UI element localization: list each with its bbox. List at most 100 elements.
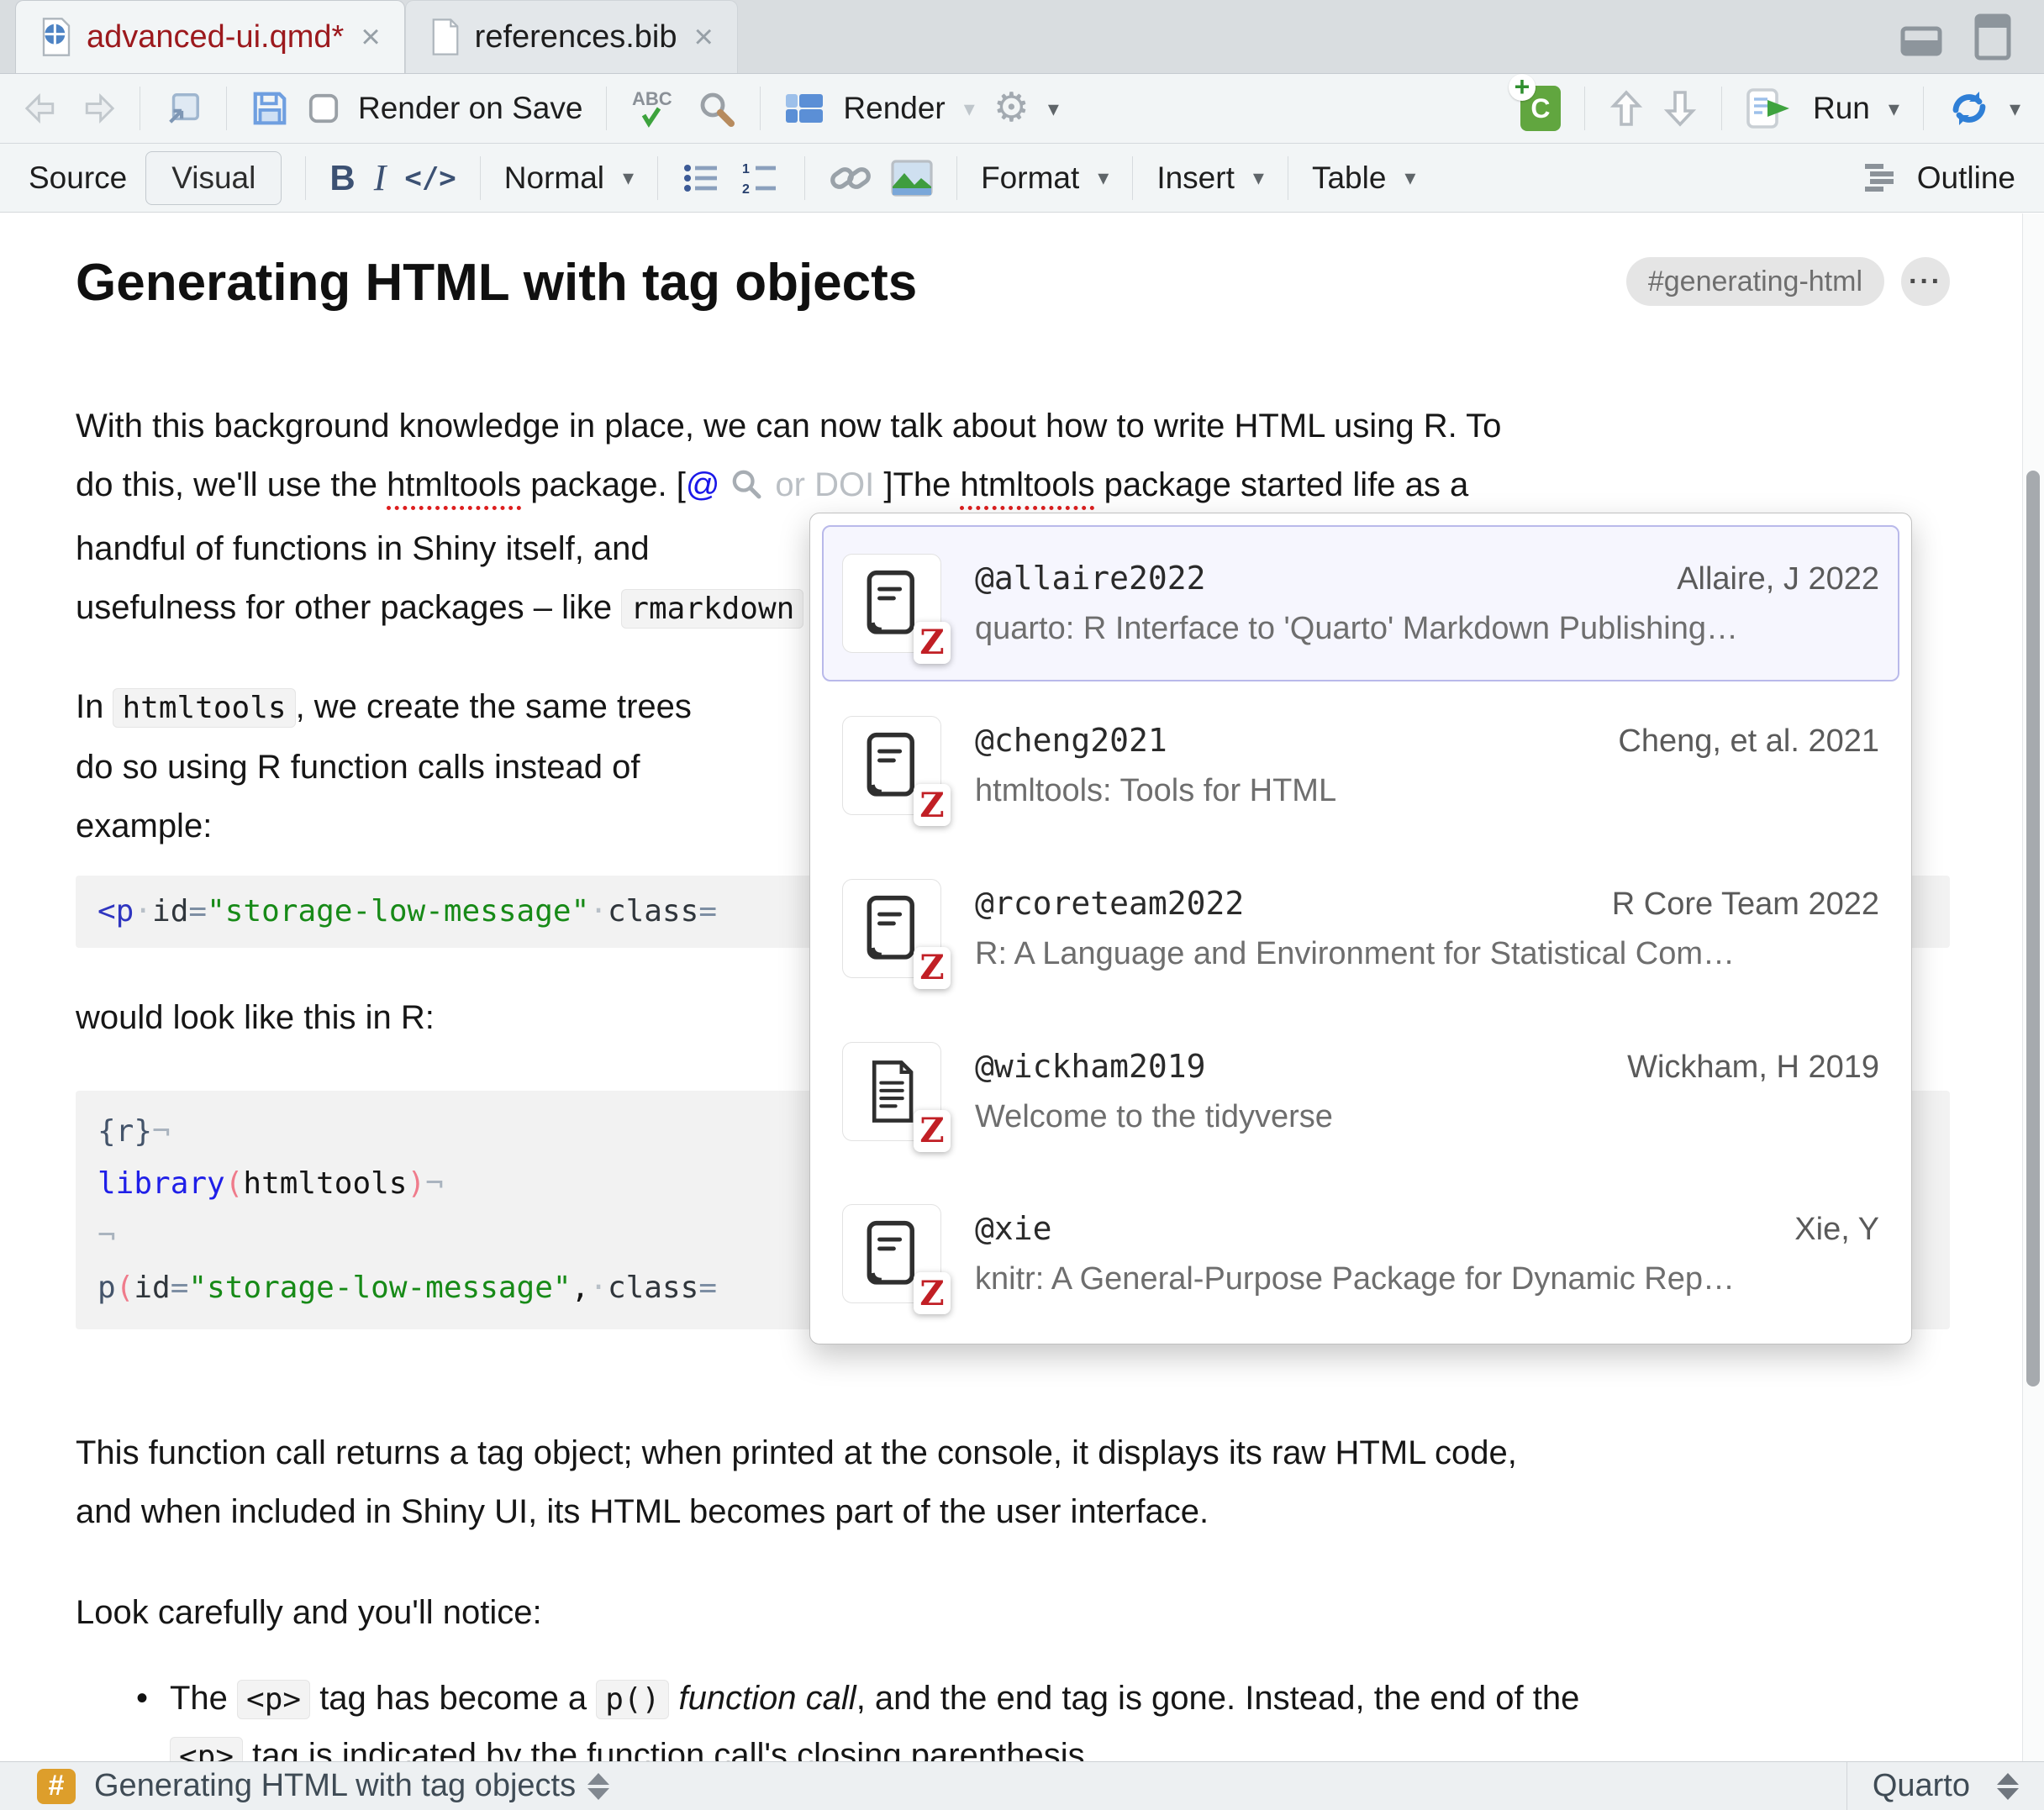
toolbar-right-group: C+ Run ▾ ▾ [1520, 86, 2020, 131]
zotero-badge-icon: Z [914, 784, 951, 826]
inline-code: htmltools [113, 688, 295, 728]
section-navigator[interactable]: Generating HTML with tag objects [94, 1768, 576, 1804]
table-dropdown-icon[interactable]: ▾ [1404, 165, 1415, 191]
return-marker: ¬ [97, 1218, 116, 1253]
text: In [76, 688, 113, 725]
tab-references-bib[interactable]: references.bib × [405, 0, 738, 73]
numbered-list-icon[interactable]: 12 [740, 160, 781, 197]
save-icon[interactable] [250, 89, 289, 128]
visual-mode-button[interactable]: Visual [145, 151, 282, 205]
misspelled-word: htmltools [961, 466, 1095, 503]
insert-menu[interactable]: Insert [1156, 160, 1235, 196]
citation-title: R: A Language and Environment for Statis… [975, 936, 1879, 972]
citation-item-cheng2021[interactable]: Z @cheng2021Cheng, et al. 2021 htmltools… [822, 688, 1899, 844]
quarto-file-icon [40, 17, 73, 57]
outline-toggle[interactable]: Outline [1917, 160, 2015, 196]
paragraph: Look carefully and you'll notice: [76, 1583, 1950, 1642]
code-token: ( [225, 1166, 244, 1201]
citation-id: @xie [975, 1210, 1052, 1247]
code-token: id [152, 894, 188, 929]
find-icon[interactable] [696, 88, 736, 129]
code-token: htmltools [243, 1166, 407, 1201]
separator [1721, 87, 1722, 130]
run-dropdown-icon[interactable]: ▾ [1889, 96, 1899, 122]
render-button[interactable]: Render [843, 91, 945, 126]
render-on-save-label: Render on Save [358, 91, 582, 126]
citation-item-xie[interactable]: Z @xieXie, Y knitr: A General-Purpose Pa… [822, 1176, 1899, 1332]
citation-item-rcoreteam2022[interactable]: Z @rcoreteam2022R Core Team 2022 R: A La… [822, 850, 1899, 1007]
format-dropdown-icon[interactable]: ▾ [1098, 165, 1109, 191]
text: ]The [883, 466, 960, 503]
editor-scrollbar[interactable] [2022, 213, 2044, 1761]
back-icon[interactable] [24, 92, 61, 125]
text: package. [ [521, 466, 686, 503]
citation-author: R Core Team 2022 [1612, 887, 1879, 923]
bullet-list-icon[interactable] [682, 160, 722, 197]
run-button[interactable]: Run [1813, 91, 1870, 126]
paragraph-style-dropdown-icon[interactable]: ▾ [623, 165, 634, 191]
paragraph-style-select[interactable]: Normal [504, 160, 604, 196]
table-menu[interactable]: Table [1312, 160, 1386, 196]
text-line: handful of functions in Shiny itself, an… [76, 530, 650, 567]
file-icon [429, 18, 461, 56]
minimize-pane-icon[interactable] [1899, 17, 1948, 57]
image-icon[interactable] [891, 160, 933, 197]
citation-item-allaire2022[interactable]: Z @allaire2022Allaire, J 2022 quarto: R … [822, 525, 1899, 681]
code-string: "storage-low-message" [188, 1271, 571, 1305]
citation-text: @wickham2019Wickham, H 2019 Welcome to t… [975, 1048, 1879, 1135]
scrollbar-thumb[interactable] [2026, 471, 2040, 1386]
code-token: = [171, 1271, 189, 1305]
window-buttons [1899, 0, 2044, 73]
book-icon: Z [842, 1204, 941, 1303]
render-dropdown-icon[interactable]: ▾ [964, 96, 975, 122]
return-marker: ¬ [152, 1114, 171, 1149]
source-sync-icon[interactable] [1947, 88, 1991, 129]
text-line: and when included in Shiny UI, its HTML … [76, 1493, 1209, 1530]
format-menu[interactable]: Format [981, 160, 1079, 196]
separator [1923, 87, 1924, 130]
spellcheck-icon[interactable]: ABC [630, 87, 677, 130]
svg-text:2: 2 [742, 182, 750, 197]
citation-search-icon [730, 471, 763, 508]
citation-id: @wickham2019 [975, 1048, 1206, 1085]
editor-status-bar: # Generating HTML with tag objects Quart… [0, 1761, 2044, 1810]
tab-close-icon[interactable]: × [361, 20, 380, 54]
sync-dropdown-icon[interactable]: ▾ [2010, 96, 2020, 122]
run-next-icon[interactable] [1662, 89, 1698, 128]
link-icon[interactable] [829, 160, 872, 197]
bold-button[interactable]: B [329, 158, 355, 198]
svg-text:1: 1 [742, 162, 750, 176]
tab-advanced-ui-qmd[interactable]: advanced-ui.qmd* × [15, 0, 405, 73]
formatbar-right-group: Outline [1862, 160, 2015, 196]
tab-close-icon[interactable]: × [693, 20, 713, 54]
inline-code: <p> [237, 1680, 310, 1719]
settings-dropdown-icon[interactable]: ▾ [1048, 96, 1059, 122]
editor-tab-bar: advanced-ui.qmd* × references.bib × [0, 0, 2044, 74]
citation-text: @allaire2022Allaire, J 2022 quarto: R In… [975, 560, 1879, 647]
document-format-selector[interactable]: Quarto [1846, 1762, 2044, 1810]
render-icon [784, 91, 824, 126]
render-on-save-checkbox[interactable] [308, 92, 340, 124]
citation-item-wickham2019[interactable]: Z @wickham2019Wickham, H 2019 Welcome to… [822, 1013, 1899, 1170]
code-token: {r} [97, 1114, 152, 1149]
text [669, 1680, 678, 1717]
insert-dropdown-icon[interactable]: ▾ [1253, 165, 1264, 191]
plus-icon: + [1509, 74, 1536, 101]
forward-icon[interactable] [79, 92, 116, 125]
maximize-pane-icon[interactable] [1973, 13, 2012, 61]
source-mode-button[interactable]: Source [29, 160, 127, 196]
open-in-window-icon[interactable] [164, 90, 203, 127]
text: tag has become a [310, 1680, 596, 1717]
format-updown-icon [1997, 1773, 2019, 1800]
section-more-button[interactable]: ··· [1901, 257, 1950, 306]
section-navigator-updown-icon[interactable] [587, 1773, 609, 1800]
text-line: With this background knowledge in place,… [76, 408, 1501, 445]
run-previous-icon[interactable] [1609, 89, 1644, 128]
code-format-button[interactable]: </> [404, 161, 456, 195]
insert-chunk-icon[interactable]: C+ [1520, 86, 1561, 131]
code-token: p [97, 1271, 116, 1305]
list-item: The <p> tag has become a p() function ca… [170, 1671, 1950, 1761]
italic-button[interactable]: I [374, 156, 387, 199]
gear-icon[interactable]: ⚙ [993, 88, 1030, 129]
format-label: Quarto [1873, 1768, 1970, 1804]
